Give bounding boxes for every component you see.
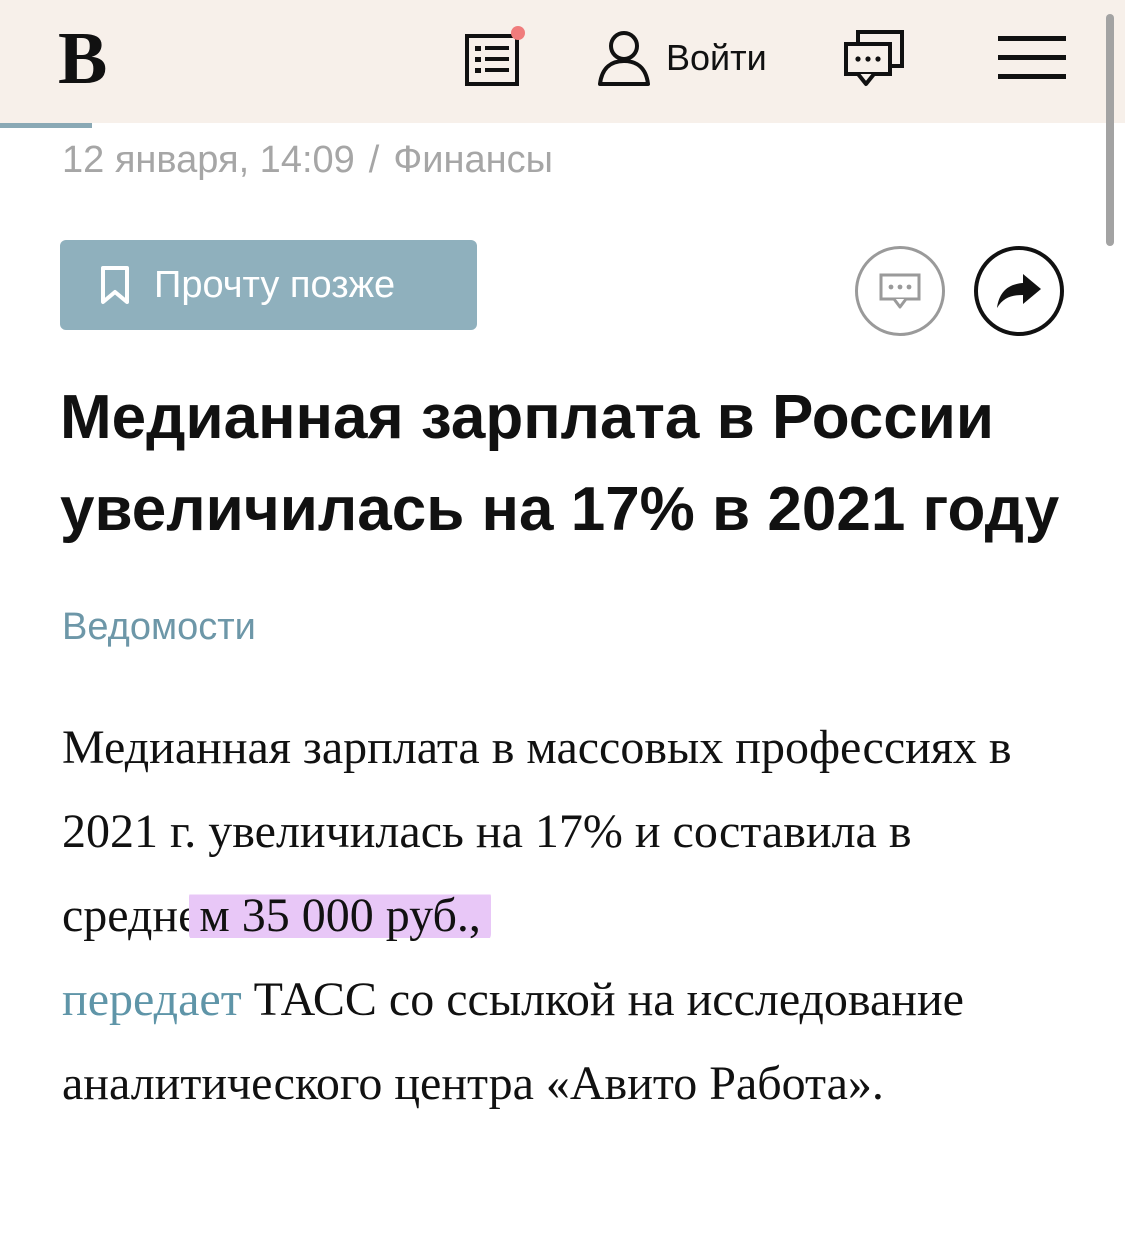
chat-button[interactable] [842, 28, 906, 88]
site-logo[interactable]: В [58, 22, 107, 96]
menu-button[interactable] [998, 36, 1066, 80]
share-arrow-icon [997, 274, 1041, 308]
share-button[interactable] [974, 246, 1064, 336]
scrollbar[interactable] [1106, 14, 1114, 246]
read-later-button[interactable]: Прочту позже [60, 240, 477, 330]
login-label: Войти [666, 37, 767, 78]
article-meta: 12 января, 14:09 / Финансы [62, 136, 553, 184]
article-title: Медианная зарплата в России увеличилась … [60, 383, 1060, 544]
login-button[interactable]: Войти [596, 28, 786, 88]
reading-progress-bar [0, 123, 92, 128]
news-feed-button[interactable] [462, 26, 526, 88]
menu-icon [998, 74, 1066, 79]
highlighted-text: м 35 000 руб., [189, 889, 491, 942]
chat-icon [844, 30, 904, 86]
user-icon [598, 31, 650, 86]
menu-icon [998, 55, 1066, 60]
read-later-label: Прочту позже [154, 263, 396, 306]
notification-dot [511, 26, 525, 40]
comments-button[interactable] [855, 246, 945, 336]
menu-icon [998, 36, 1066, 41]
article-body: Медианная зарплата в массовых профессиях… [62, 706, 1072, 1126]
article-date: 12 января, 14:09 [62, 139, 355, 181]
meta-separator: / [368, 139, 380, 181]
article-rubric[interactable]: Финансы [393, 139, 553, 181]
article-source-link[interactable]: Ведомости [62, 606, 256, 649]
bookmark-icon [101, 266, 129, 304]
site-header: В Войти [0, 0, 1125, 123]
body-link[interactable]: передает [62, 973, 242, 1026]
comment-icon [879, 273, 921, 309]
